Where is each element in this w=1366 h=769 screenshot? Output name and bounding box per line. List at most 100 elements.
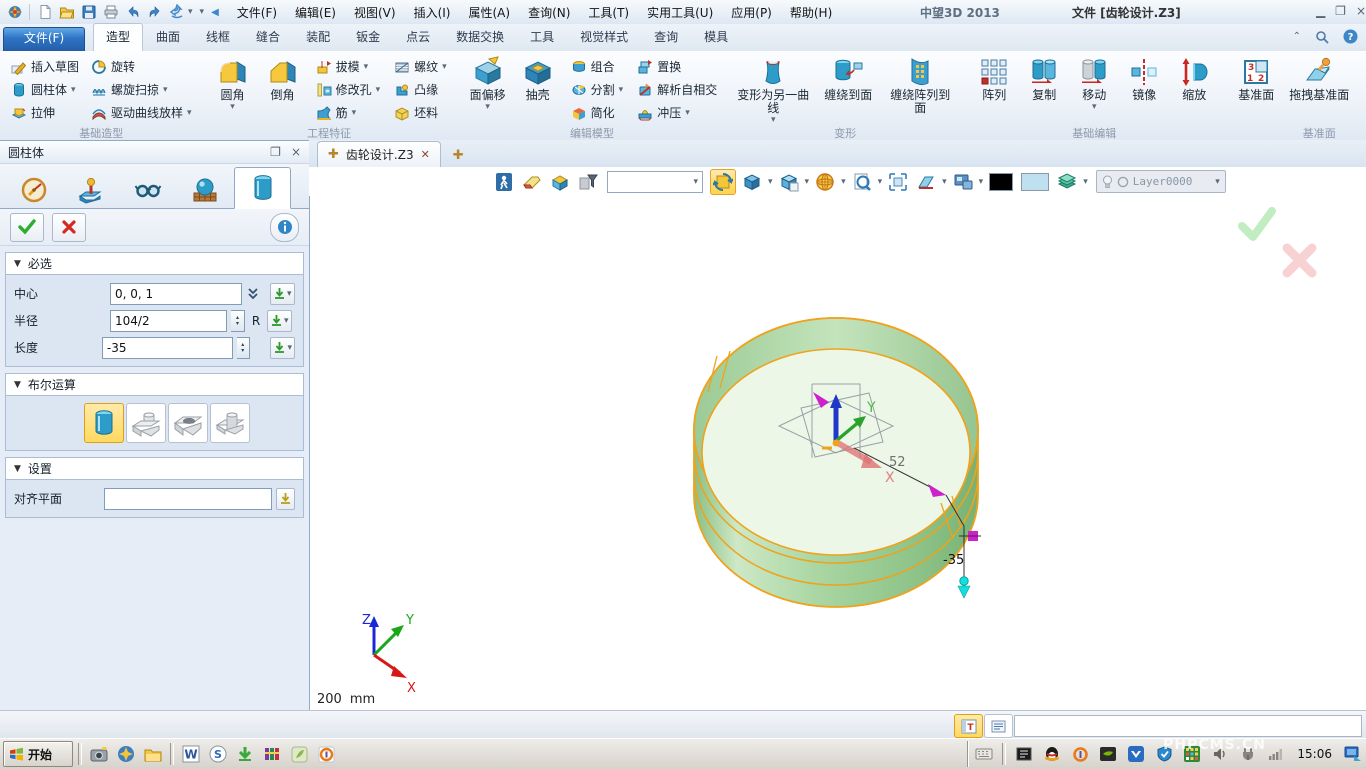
multi-view-dropdown[interactable]: ▾ (979, 178, 984, 186)
datum-plane-button[interactable]: 312 基准面 (1231, 55, 1281, 103)
ok-button[interactable] (10, 213, 44, 242)
draft-button[interactable]: 拔模▾ (312, 55, 385, 78)
tab-assembly[interactable]: 装配 (293, 23, 343, 51)
quicklaunch-itools-icon[interactable] (314, 742, 338, 766)
quicklaunch-browser-icon[interactable]: S (206, 742, 230, 766)
multi-view-icon[interactable] (951, 170, 975, 194)
menu-view[interactable]: 视图(V) (345, 1, 405, 24)
zoom-page-icon[interactable] (850, 170, 874, 194)
minimize-button[interactable]: ▁ (1316, 4, 1325, 18)
radius-mode[interactable]: R (249, 314, 263, 328)
morph-to-curve-button[interactable]: 变形为另一曲线▾ (733, 55, 813, 125)
spiral-sweep-button[interactable]: 螺旋扫掠▾ (87, 78, 196, 101)
radius-pick-button[interactable]: ▾ (267, 310, 292, 332)
panel-restore-button[interactable]: ❐ (270, 145, 281, 159)
align-plane-input[interactable] (104, 488, 272, 510)
copy-button[interactable]: 复制 (1019, 55, 1069, 103)
cylinder-solid[interactable] (694, 318, 978, 607)
entity-display-dropdown[interactable]: ▾ (841, 178, 846, 186)
tray-thunder-icon[interactable] (1124, 742, 1148, 766)
csys-button[interactable]: 坐标 (1357, 55, 1366, 103)
fillet-button[interactable]: 圆角▾ (208, 55, 258, 112)
quicklaunch-capture-icon[interactable] (87, 742, 111, 766)
status-input[interactable] (1014, 715, 1362, 737)
stock-button[interactable]: 坯料 (390, 101, 451, 124)
menu-file[interactable]: 文件(F) (228, 1, 286, 24)
section-plane-icon[interactable] (914, 170, 938, 194)
menu-utilities[interactable]: 实用工具(U) (638, 1, 722, 24)
tray-pinyin-icon[interactable] (1180, 742, 1204, 766)
length-input[interactable] (102, 337, 233, 359)
divide-button[interactable]: 分割▾ (567, 78, 628, 101)
tray-security-icon[interactable] (1152, 742, 1176, 766)
chamfer-button[interactable]: 倒角 (258, 55, 308, 103)
length-pick-button[interactable]: ▾ (270, 337, 295, 359)
tray-power-icon[interactable] (1236, 742, 1260, 766)
zoom-dropdown[interactable]: ▾ (878, 178, 883, 186)
tab-inquire[interactable]: 查询 (641, 23, 691, 51)
tab-render[interactable] (177, 172, 232, 208)
rib-button[interactable]: 筋▾ (312, 101, 385, 124)
tab-close-icon[interactable]: ✕ (421, 148, 430, 161)
zoom-window-icon[interactable] (886, 170, 910, 194)
cancel-button[interactable] (52, 213, 86, 242)
lip-button[interactable]: 凸缘 (390, 78, 451, 101)
scale-button[interactable]: 缩放 (1169, 55, 1219, 103)
quicklaunch-download-icon[interactable] (233, 742, 257, 766)
tab-wireframe[interactable]: 线框 (193, 23, 243, 51)
tab-visualize[interactable]: 视觉样式 (567, 23, 641, 51)
revolve-button[interactable]: 旋转 (87, 55, 196, 78)
section-required[interactable]: ▼必选 (5, 252, 304, 275)
wrap-array-to-face-button[interactable]: 缠绕阵列到面 (883, 55, 957, 116)
length-spinner[interactable]: ▴▾ (237, 337, 250, 359)
clock[interactable]: 15:06 (1292, 747, 1337, 761)
tab-dataexchange[interactable]: 数据交换 (443, 23, 517, 51)
quicklaunch-winrar-icon[interactable] (260, 742, 284, 766)
display-mode-dropdown[interactable]: ▾ (805, 178, 810, 186)
punch-button[interactable]: 冲压▾ (633, 101, 721, 124)
pattern-button[interactable]: 阵列 (969, 55, 1019, 103)
view-dropdown[interactable]: ▾ (768, 178, 773, 186)
document-tab[interactable]: ✚ 齿轮设计.Z3 ✕ (317, 141, 441, 167)
thread-button[interactable]: 螺纹▾ (390, 55, 451, 78)
tab-tools[interactable]: 工具 (517, 23, 567, 51)
expand-chevrons-icon[interactable] (246, 287, 260, 301)
toolbar-overflow[interactable]: ▾ (200, 8, 205, 16)
menu-attribute[interactable]: 属性(A) (459, 1, 519, 24)
tray-keyboard-icon[interactable] (972, 742, 996, 766)
layers-icon[interactable] (1055, 170, 1079, 194)
menu-help[interactable]: 帮助(H) (781, 1, 841, 24)
shell-button[interactable]: 抽壳 (513, 55, 563, 103)
file-menu-button[interactable]: 文件(F) (3, 27, 85, 51)
tab-pointcloud[interactable]: 点云 (393, 23, 443, 51)
tab-shape[interactable]: 造型 (93, 23, 143, 51)
move-button[interactable]: 移动▾ (1069, 55, 1119, 112)
driven-curve-loft-button[interactable]: 驱动曲线放样▾ (87, 101, 196, 124)
shaded-display-icon[interactable] (777, 170, 801, 194)
tray-network-icon[interactable] (1264, 742, 1288, 766)
center-pick-button[interactable]: ▾ (270, 283, 295, 305)
tray-qq-icon[interactable] (1040, 742, 1064, 766)
quicklaunch-folder-icon[interactable] (141, 742, 165, 766)
tray-volume-icon[interactable] (1208, 742, 1232, 766)
panel-close-button[interactable]: × (291, 145, 301, 159)
close-button[interactable]: × (1356, 4, 1366, 18)
modify-hole-button[interactable]: 修改孔▾ (312, 78, 385, 101)
selection-filter-combobox[interactable]: ▾ (607, 171, 703, 193)
redo-icon[interactable] (144, 3, 165, 22)
boolean-add-button[interactable] (126, 403, 166, 443)
menu-application[interactable]: 应用(P) (722, 1, 781, 24)
mirror-button[interactable]: 镜像 (1119, 55, 1169, 103)
print-icon[interactable] (100, 3, 121, 22)
new-file-icon[interactable] (34, 3, 55, 22)
menu-tools[interactable]: 工具(T) (579, 1, 638, 24)
simplify-button[interactable]: 简化 (567, 101, 628, 124)
center-input[interactable] (110, 283, 242, 305)
tray-itools-icon[interactable] (1068, 742, 1092, 766)
new-tab-button[interactable]: ✚ (447, 148, 470, 167)
layer-combobox[interactable]: Layer0000 ▾ (1096, 170, 1226, 193)
boolean-base-button[interactable] (84, 403, 124, 443)
undo-icon[interactable] (122, 3, 143, 22)
tab-mold[interactable]: 模具 (691, 23, 741, 51)
extrude-button[interactable]: 拉伸 (7, 101, 83, 124)
